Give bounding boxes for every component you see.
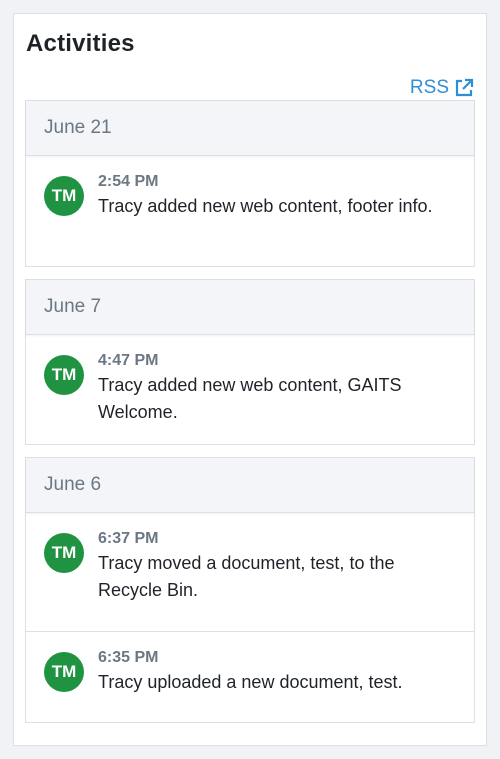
day-group: June 21 TM 2:54 PM Tracy added new web c… bbox=[25, 100, 475, 267]
external-link-icon bbox=[454, 78, 474, 98]
avatar: TM bbox=[44, 176, 84, 216]
panel-title: Activities bbox=[26, 30, 135, 57]
entry-time: 6:37 PM bbox=[98, 530, 159, 547]
day-group: June 6 TM 6:37 PM Tracy moved a document… bbox=[25, 457, 475, 723]
activity-entry: TM 2:54 PM Tracy added new web content, … bbox=[26, 156, 474, 268]
activity-entry: TM 6:37 PM Tracy moved a document, test,… bbox=[26, 513, 474, 631]
entry-text: Tracy uploaded a new document, test. bbox=[98, 672, 403, 692]
entry-text: Tracy added new web content, footer info… bbox=[98, 196, 433, 216]
entry-time: 2:54 PM bbox=[98, 173, 159, 190]
avatar: TM bbox=[44, 652, 84, 692]
activity-entry: TM 4:47 PM Tracy added new web content, … bbox=[26, 335, 474, 446]
rss-label: RSS bbox=[409, 77, 449, 98]
day-header: June 21 bbox=[26, 101, 474, 156]
day-header: June 6 bbox=[26, 458, 474, 513]
avatar: TM bbox=[44, 355, 84, 395]
day-group: June 7 TM 4:47 PM Tracy added new web co… bbox=[25, 279, 475, 445]
entry-time: 4:47 PM bbox=[98, 352, 159, 369]
avatar: TM bbox=[44, 533, 84, 573]
entry-text: Tracy moved a document, test, to the Rec… bbox=[98, 553, 395, 600]
entry-text: Tracy added new web content, GAITS Welco… bbox=[98, 375, 402, 422]
day-header: June 7 bbox=[26, 280, 474, 335]
activity-entry: TM 6:35 PM Tracy uploaded a new document… bbox=[26, 631, 474, 723]
activities-panel: Activities RSS June 21 TM 2:54 PM Tracy … bbox=[13, 13, 487, 746]
rss-link[interactable]: RSS bbox=[410, 77, 474, 99]
entry-time: 6:35 PM bbox=[98, 649, 159, 666]
